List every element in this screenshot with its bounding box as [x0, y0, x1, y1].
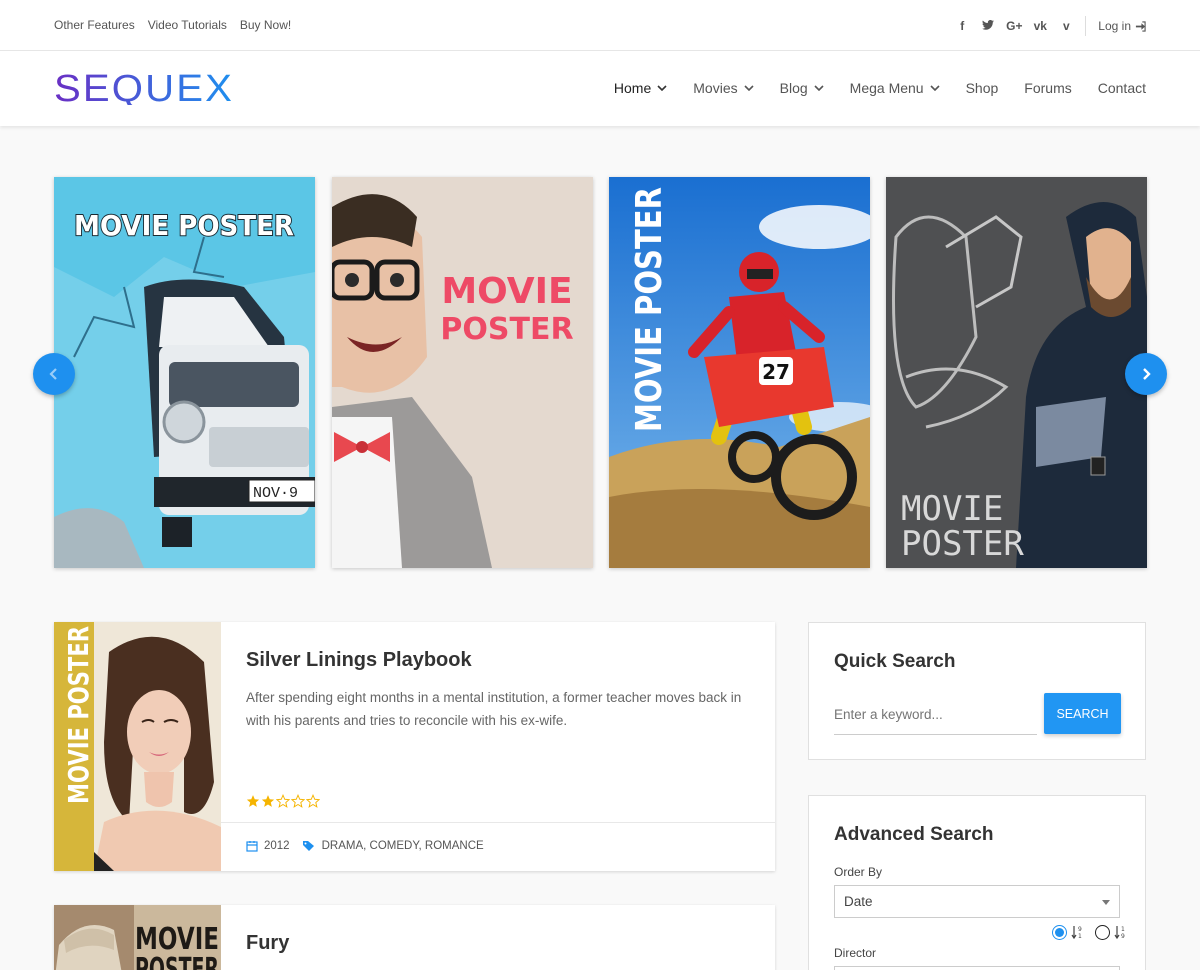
sort-ascending-radio[interactable]: [1095, 924, 1110, 940]
svg-text:POSTER: POSTER: [901, 524, 1024, 564]
login-label: Log in: [1098, 19, 1131, 33]
chevron-down-icon: [930, 85, 940, 91]
advanced-search-widget: Advanced Search Order By Date 91 19 Dire…: [808, 795, 1146, 970]
svg-text:27: 27: [762, 360, 790, 384]
nav-label: Forums: [1024, 80, 1072, 96]
svg-text:1: 1: [1121, 926, 1125, 933]
svg-text:1: 1: [1078, 933, 1082, 940]
login-link[interactable]: Log in: [1098, 19, 1146, 33]
movie-meta: 2012 DRAMA, COMEDY, ROMANCE: [221, 822, 775, 852]
search-input[interactable]: [834, 695, 1037, 735]
widget-title: Advanced Search: [834, 824, 994, 845]
divider: [1085, 16, 1087, 36]
quick-search-widget: Quick Search SEARCH: [808, 622, 1146, 760]
carousel-prev-button[interactable]: [33, 353, 75, 395]
top-bar: Other Features Video Tutorials Buy Now! …: [0, 0, 1200, 51]
twitter-icon[interactable]: [975, 19, 1001, 33]
widget-title: Quick Search: [834, 651, 956, 672]
movie-description: After spending eight months in a mental …: [246, 690, 742, 728]
svg-text:9: 9: [1121, 933, 1125, 940]
nav-label: Movies: [693, 80, 738, 96]
tags-icon: [302, 841, 314, 851]
search-button[interactable]: SEARCH: [1044, 693, 1121, 734]
carousel-poster-2[interactable]: MOVIE POSTER: [332, 177, 593, 568]
vimeo-icon[interactable]: v: [1053, 19, 1079, 33]
nav-item-shop[interactable]: Shop: [966, 80, 999, 96]
nav-item-mega-menu[interactable]: Mega Menu: [850, 80, 940, 96]
svg-text:MOVIE POSTER: MOVIE POSTER: [74, 209, 294, 242]
order-by-select[interactable]: Date: [834, 885, 1120, 918]
svg-text:MOVIE: MOVIE: [901, 489, 1003, 529]
nav-label: Blog: [779, 80, 808, 96]
nav-item-movies[interactable]: Movies: [693, 80, 754, 96]
calendar-icon: [246, 841, 258, 852]
sort-ascending-icon: 19: [1114, 926, 1125, 940]
star-empty-icon: [291, 794, 305, 808]
movie-title-link[interactable]: Silver Linings Playbook: [246, 649, 751, 672]
movie-card: MOVIE POSTER Fury: [54, 905, 775, 970]
sign-in-icon: [1135, 20, 1146, 32]
order-by-label: Order By: [834, 865, 883, 879]
nav-label: Shop: [965, 80, 999, 96]
star-filled-icon: [246, 795, 260, 807]
top-link-video-tutorials[interactable]: Video Tutorials: [148, 18, 227, 32]
nav-label: Mega Menu: [849, 80, 924, 96]
nav-label: Contact: [1097, 80, 1146, 96]
director-label: Director: [834, 946, 877, 960]
movie-genres[interactable]: DRAMA, COMEDY, ROMANCE: [322, 840, 484, 852]
movie-rating: [246, 794, 320, 808]
movie-card-body: Fury: [246, 932, 751, 955]
facebook-icon[interactable]: f: [949, 19, 975, 33]
main-header: SEQUEX Home Movies Blog Mega Menu Shop F…: [0, 51, 1200, 126]
google-plus-icon[interactable]: G+: [1001, 19, 1027, 33]
star-empty-icon: [276, 794, 290, 808]
chevron-down-icon: [657, 85, 667, 91]
nav-item-forums[interactable]: Forums: [1024, 80, 1071, 96]
vk-icon[interactable]: vk: [1027, 19, 1053, 33]
movie-card: MOVIE POSTER Silver Linings Playbook Aft…: [54, 622, 775, 871]
nav-item-home[interactable]: Home: [614, 80, 667, 96]
chevron-down-icon: [744, 85, 754, 91]
caret-down-icon: [1102, 900, 1110, 905]
director-select[interactable]: [834, 966, 1120, 970]
sort-direction-group: 91 19: [1052, 924, 1128, 940]
movie-year: 2012: [264, 840, 290, 852]
movie-poster-thumbnail[interactable]: MOVIE POSTER: [54, 622, 221, 871]
movie-card-body: Silver Linings Playbook After spending e…: [246, 649, 751, 732]
nav-item-blog[interactable]: Blog: [780, 80, 824, 96]
svg-text:POSTER: POSTER: [135, 952, 219, 970]
nav-item-contact[interactable]: Contact: [1098, 80, 1146, 96]
carousel-poster-3[interactable]: 27 MOVIE POSTER: [609, 177, 870, 568]
top-link-other-features[interactable]: Other Features: [54, 18, 135, 32]
site-logo[interactable]: SEQUEX: [54, 68, 236, 110]
svg-text:SEQUEX: SEQUEX: [54, 71, 234, 105]
svg-text:9: 9: [1078, 926, 1082, 933]
movie-title-link[interactable]: Fury: [246, 932, 751, 955]
sort-descending-radio[interactable]: [1052, 924, 1067, 940]
main-navigation: Home Movies Blog Mega Menu Shop Forums C…: [588, 80, 1146, 96]
svg-text:MOVIE POSTER: MOVIE POSTER: [62, 626, 95, 804]
top-link-buy-now[interactable]: Buy Now!: [240, 18, 291, 32]
top-links: Other Features Video Tutorials Buy Now!: [54, 18, 291, 32]
order-by-value: Date: [844, 894, 873, 909]
chevron-down-icon: [814, 85, 824, 91]
svg-text:MOVIE: MOVIE: [441, 271, 572, 312]
svg-text:POSTER: POSTER: [440, 312, 573, 347]
svg-text:MOVIE POSTER: MOVIE POSTER: [629, 187, 670, 432]
star-filled-icon: [261, 795, 275, 807]
carousel-poster-4[interactable]: MOVIE POSTER: [886, 177, 1147, 568]
nav-label: Home: [613, 80, 652, 96]
poster-carousel: NOV·9 MOVIE POSTER MOVIE POSTER 27 MOVIE…: [54, 177, 1147, 568]
chevron-left-icon: [49, 368, 57, 380]
movie-poster-thumbnail[interactable]: MOVIE POSTER: [54, 905, 221, 970]
svg-text:NOV·9: NOV·9: [253, 485, 298, 502]
sort-descending-icon: 91: [1071, 926, 1082, 940]
carousel-next-button[interactable]: [1125, 353, 1167, 395]
star-empty-icon: [306, 794, 320, 808]
carousel-poster-1[interactable]: NOV·9 MOVIE POSTER: [54, 177, 315, 568]
chevron-right-icon: [1143, 368, 1151, 380]
social-links: f G+ vk v Log in: [949, 16, 1146, 36]
